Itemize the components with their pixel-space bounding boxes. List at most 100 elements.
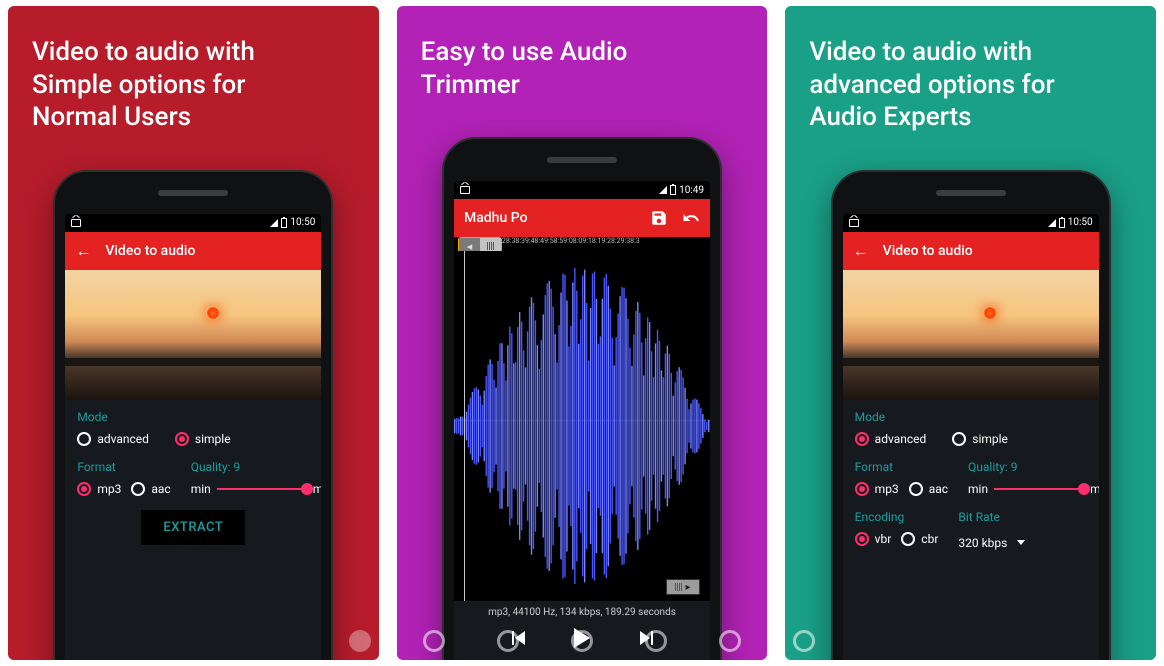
pager-dot[interactable] — [349, 630, 371, 652]
format-label: Format — [77, 460, 170, 474]
settings-pane: Mode advanced simple Format mp3 aac — [843, 400, 1099, 564]
trim-handle-end[interactable]: ▸ — [666, 579, 700, 595]
radio-label: advanced — [97, 432, 149, 446]
app-bar: ← Video to audio — [843, 232, 1099, 270]
bridge-silhouette — [843, 358, 1099, 366]
promo-panel-simple: Video to audio with Simple options for N… — [8, 6, 379, 660]
phone-screen: 10:50 ← Video to audio Mode adva — [65, 214, 321, 661]
chevron-down-icon — [1017, 540, 1025, 545]
app-bar: Madhu Po — [454, 199, 710, 237]
slider-min-label: min — [968, 482, 988, 496]
video-preview[interactable] — [843, 270, 1099, 400]
format-mp3-radio[interactable]: mp3 — [77, 482, 121, 496]
quality-slider[interactable] — [217, 488, 307, 490]
status-time: 10:50 — [1068, 217, 1093, 228]
battery-icon — [670, 185, 676, 195]
quality-label: Quality: 9 — [191, 460, 322, 474]
radio-label: aac — [151, 482, 170, 496]
waveform-view[interactable]: ▸ — [454, 251, 710, 601]
quality-slider[interactable] — [994, 488, 1084, 490]
bridge-silhouette — [65, 358, 321, 366]
pager-dot[interactable] — [645, 630, 667, 652]
phone-mockup: 10:50 ← Video to audio Mode adva — [53, 170, 333, 661]
mode-simple-radio[interactable]: simple — [175, 432, 231, 446]
mode-simple-radio[interactable]: simple — [952, 432, 1008, 446]
pager-dot[interactable] — [571, 630, 593, 652]
pager-dot[interactable] — [719, 630, 741, 652]
undo-icon[interactable] — [682, 209, 700, 227]
radio-label: simple — [972, 432, 1008, 446]
water-reflection — [843, 366, 1099, 400]
phone-mockup: 10:49 Madhu Po 0:09:18:18:28:28:38:39:48… — [442, 137, 722, 660]
quality-label: Quality: 9 — [968, 460, 1099, 474]
signal-icon — [270, 219, 278, 227]
status-time: 10:49 — [679, 185, 704, 196]
audio-info: mp3, 44100 Hz, 134 kbps, 189.29 seconds — [454, 601, 710, 622]
phone-mockup: 10:50 ← Video to audio Mode adva — [831, 170, 1111, 661]
radio-label: aac — [929, 482, 948, 496]
app-bar: ← Video to audio — [65, 232, 321, 270]
promo-panel-advanced: Video to audio with advanced options for… — [785, 6, 1156, 660]
extract-button[interactable]: EXTRACT — [141, 510, 245, 545]
screenshot-gallery: Video to audio with Simple options for N… — [0, 0, 1164, 666]
app-bar-title: Video to audio — [883, 243, 973, 259]
sunset-sun — [983, 306, 997, 320]
signal-icon — [1048, 219, 1056, 227]
pager-dot[interactable] — [423, 630, 445, 652]
cast-icon — [849, 219, 859, 227]
format-aac-radio[interactable]: aac — [909, 482, 948, 496]
promo-headline: Easy to use Audio Trimmer — [421, 36, 744, 101]
radio-label: vbr — [875, 532, 892, 546]
mode-label: Mode — [77, 410, 309, 424]
encoding-cbr-radio[interactable]: cbr — [901, 532, 938, 546]
app-bar-title: Video to audio — [105, 243, 195, 259]
battery-icon — [281, 218, 287, 228]
mode-advanced-radio[interactable]: advanced — [77, 432, 149, 446]
sunset-sun — [206, 306, 220, 320]
format-label: Format — [855, 460, 948, 474]
app-bar-title: Madhu Po — [464, 210, 528, 226]
water-reflection — [65, 366, 321, 400]
status-bar: 10:49 — [454, 181, 710, 199]
phone-screen: 10:49 Madhu Po 0:09:18:18:28:28:38:39:48… — [454, 181, 710, 660]
radio-label: advanced — [875, 432, 927, 446]
status-bar: 10:50 — [65, 214, 321, 232]
slider-max-label: max — [1090, 482, 1099, 496]
pager-dot[interactable] — [793, 630, 815, 652]
mode-advanced-radio[interactable]: advanced — [855, 432, 927, 446]
cast-icon — [71, 219, 81, 227]
video-preview[interactable] — [65, 270, 321, 400]
signal-icon — [659, 186, 667, 194]
promo-headline: Video to audio with Simple options for N… — [32, 36, 355, 134]
status-time: 10:50 — [290, 217, 315, 228]
slider-min-label: min — [191, 482, 211, 496]
format-mp3-radio[interactable]: mp3 — [855, 482, 899, 496]
bitrate-dropdown[interactable]: 320 kbps — [958, 532, 1025, 550]
bitrate-label: Bit Rate — [958, 510, 1025, 524]
phone-screen: 10:50 ← Video to audio Mode adva — [843, 214, 1099, 661]
radio-label: simple — [195, 432, 231, 446]
promo-panel-trimmer: Easy to use Audio Trimmer 10:49 Madhu Po — [397, 6, 768, 660]
settings-pane: Mode advanced simple Format mp3 aac — [65, 400, 321, 559]
slider-max-label: max — [313, 482, 322, 496]
phone-speaker — [936, 190, 1006, 196]
back-button[interactable]: ← — [75, 241, 91, 261]
dropdown-value: 320 kbps — [958, 536, 1007, 550]
encoding-vbr-radio[interactable]: vbr — [855, 532, 892, 546]
mode-label: Mode — [855, 410, 1087, 424]
format-aac-radio[interactable]: aac — [131, 482, 170, 496]
trim-time-bar: Start: 19.04 End: 96.32 — [454, 658, 710, 660]
radio-label: mp3 — [875, 482, 899, 496]
playhead-line — [464, 251, 465, 601]
back-button[interactable]: ← — [853, 241, 869, 261]
radio-label: cbr — [921, 532, 938, 546]
cast-icon — [460, 186, 470, 194]
battery-icon — [1059, 218, 1065, 228]
phone-speaker — [547, 157, 617, 163]
pager-dot[interactable] — [497, 630, 519, 652]
gallery-pager — [0, 630, 1164, 652]
status-bar: 10:50 — [843, 214, 1099, 232]
save-icon[interactable] — [650, 209, 668, 227]
radio-label: mp3 — [97, 482, 121, 496]
phone-speaker — [158, 190, 228, 196]
